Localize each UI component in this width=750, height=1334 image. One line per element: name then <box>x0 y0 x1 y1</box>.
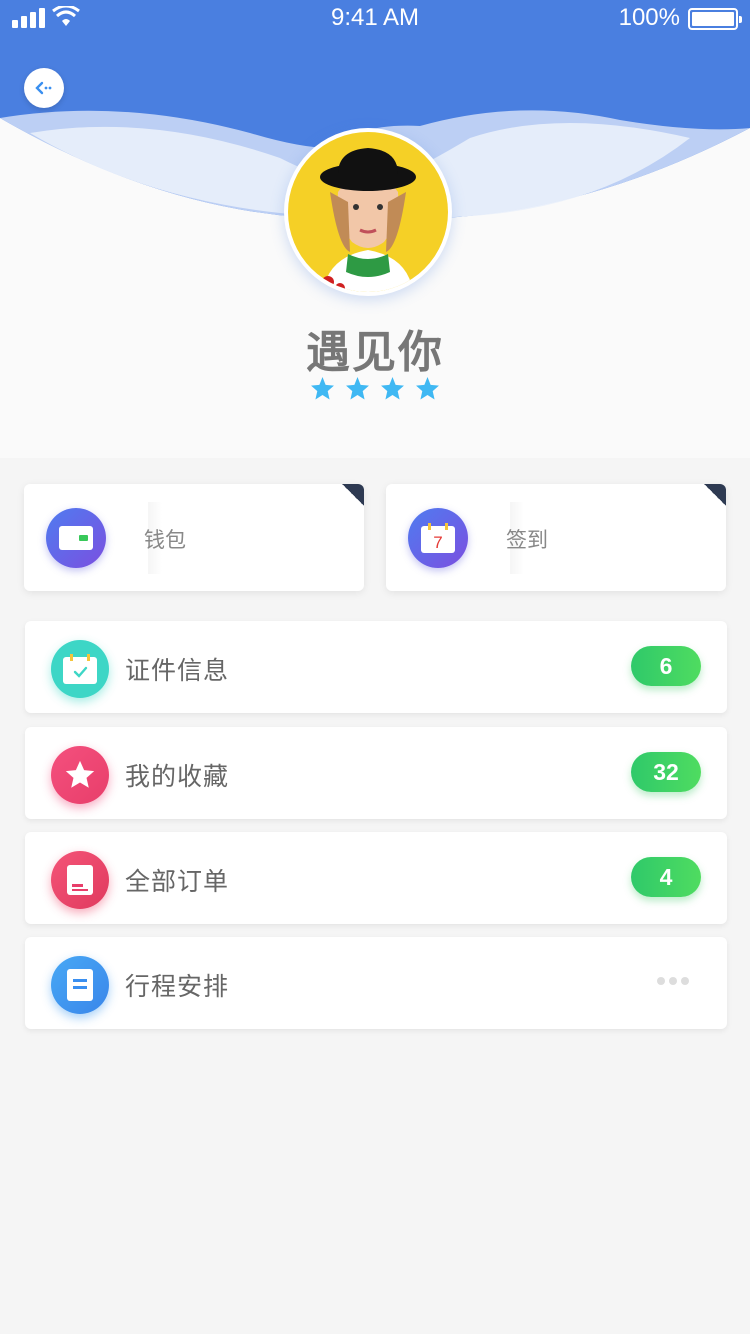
wallet-icon <box>46 508 106 568</box>
star-icon <box>416 377 439 400</box>
wallet-label: 钱包 <box>144 528 186 552</box>
corner-flag <box>342 484 364 506</box>
checkin-card[interactable]: 7 签到 <box>386 484 726 591</box>
count-badge: 6 <box>631 646 701 686</box>
username: 遇见你 <box>306 327 444 378</box>
rating-stars <box>0 376 750 401</box>
list-item-label: 证件信息 <box>125 656 230 685</box>
id-card-icon <box>51 640 109 698</box>
list-item-favorites[interactable]: 我的收藏 32 <box>25 727 727 819</box>
svg-text:7: 7 <box>433 533 442 552</box>
count-badge: 4 <box>631 857 701 897</box>
star-icon <box>51 746 109 804</box>
avatar-image <box>288 132 448 292</box>
battery-percent: 100% <box>618 4 680 31</box>
avatar[interactable] <box>284 128 452 296</box>
corner-flag <box>704 484 726 506</box>
calendar-icon: 7 <box>408 508 468 568</box>
order-icon <box>51 851 109 909</box>
status-bar: 9:41 AM 100% <box>0 0 750 38</box>
back-button[interactable] <box>24 68 64 108</box>
back-arrow-icon <box>35 81 52 95</box>
wallet-card[interactable]: 钱包 <box>24 484 364 591</box>
star-icon <box>311 377 334 400</box>
list-item-label: 我的收藏 <box>125 762 230 791</box>
list-item-label: 全部订单 <box>125 867 230 896</box>
more-icon[interactable] <box>657 977 689 987</box>
count-badge: 32 <box>631 752 701 792</box>
battery-icon <box>688 8 742 30</box>
star-icon <box>346 377 369 400</box>
list-item-id-info[interactable]: 证件信息 6 <box>25 621 727 713</box>
checkin-label: 签到 <box>506 528 548 552</box>
list-item-label: 行程安排 <box>125 972 230 1001</box>
profile-header: 遇见你 <box>0 38 750 458</box>
schedule-icon <box>51 956 109 1014</box>
list-item-orders[interactable]: 全部订单 4 <box>25 832 727 924</box>
star-icon <box>381 377 404 400</box>
list-item-schedule[interactable]: 行程安排 <box>25 937 727 1029</box>
